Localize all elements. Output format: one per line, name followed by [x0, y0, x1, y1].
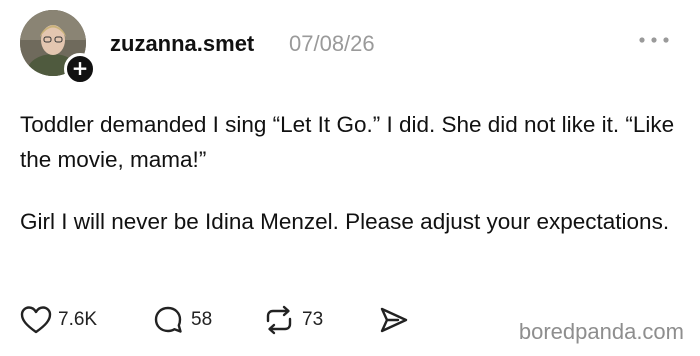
reply-count: 58	[191, 309, 213, 330]
follow-plus-icon[interactable]: +	[64, 53, 96, 85]
repost-icon	[262, 305, 296, 335]
post-paragraph-1: Toddler demanded I sing “Let It Go.” I d…	[20, 112, 675, 172]
like-count: 7.6K	[58, 309, 98, 330]
username[interactable]: zuzanna.smet	[110, 30, 254, 58]
post-timestamp: 07/08/26	[289, 31, 375, 56]
comment-icon	[153, 305, 185, 335]
like-button[interactable]: 7.6K	[20, 302, 97, 338]
watermark: boredpanda.com	[518, 319, 684, 344]
repost-button[interactable]: 73	[262, 302, 323, 338]
reply-button[interactable]: 58	[153, 302, 212, 338]
post-paragraph-2: Girl I will never be Idina Menzel. Pleas…	[20, 209, 670, 234]
heart-icon	[20, 305, 52, 335]
send-icon	[378, 305, 410, 335]
post-card: + zuzanna.smet 07/08/26 Toddler demanded…	[0, 0, 700, 356]
avatar-container[interactable]: +	[20, 10, 96, 85]
repost-count: 73	[302, 309, 324, 330]
share-button[interactable]	[378, 302, 410, 338]
ellipsis-icon[interactable]	[636, 30, 672, 50]
